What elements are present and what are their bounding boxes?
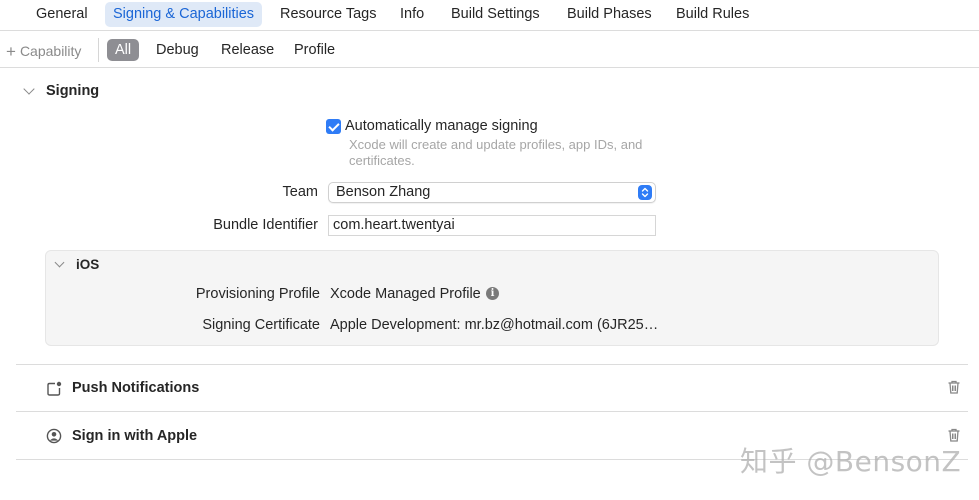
config-tab-profile[interactable]: Profile <box>286 39 343 61</box>
signing-certificate-label: Signing Certificate <box>202 317 320 333</box>
tab-build-rules[interactable]: Build Rules <box>668 2 757 27</box>
push-notifications-icon <box>47 381 62 396</box>
tab-info[interactable]: Info <box>392 2 432 27</box>
provisioning-profile-value: Xcode Managed Profile <box>330 286 481 302</box>
tab-build-phases[interactable]: Build Phases <box>559 2 660 27</box>
configuration-filter-bar: + Capability All Debug Release Profile <box>0 32 979 68</box>
divider <box>98 38 99 62</box>
team-value: Benson Zhang <box>336 184 431 200</box>
divider <box>16 364 968 365</box>
info-icon[interactable]: i <box>486 287 499 300</box>
bundle-identifier-value: com.heart.twentyai <box>333 217 455 233</box>
signing-certificate-value: Apple Development: mr.bz@hotmail.com (6J… <box>330 317 659 333</box>
add-capability-label: Capability <box>19 43 82 59</box>
watermark: 知乎 @BensonZ <box>740 445 962 478</box>
sign-in-with-apple-title: Sign in with Apple <box>72 428 198 444</box>
push-notifications-title: Push Notifications <box>72 380 200 396</box>
add-capability-button[interactable]: + Capability <box>6 41 81 61</box>
signing-section-title: Signing <box>46 83 100 99</box>
sign-in-with-apple-icon <box>46 428 62 444</box>
signing-disclosure-chevron-icon[interactable] <box>23 83 35 95</box>
ios-section-title: iOS <box>76 257 100 272</box>
tab-general[interactable]: General <box>28 2 96 27</box>
chevron-up-down-icon <box>641 187 649 198</box>
tab-signing-capabilities[interactable]: Signing & Capabilities <box>105 2 263 27</box>
config-tab-debug[interactable]: Debug <box>148 39 207 61</box>
tab-resource-tags[interactable]: Resource Tags <box>272 2 384 27</box>
team-popup-button[interactable]: Benson Zhang <box>328 182 656 203</box>
bundle-identifier-field[interactable]: com.heart.twentyai <box>328 215 656 236</box>
bundle-identifier-label: Bundle Identifier <box>213 217 318 233</box>
auto-manage-signing-description: Xcode will create and update profiles, a… <box>349 137 643 168</box>
auto-manage-signing-label[interactable]: Automatically manage signing <box>345 118 538 134</box>
up-down-arrows-icon <box>638 185 652 200</box>
auto-manage-signing-checkbox[interactable] <box>326 119 341 134</box>
trash-icon[interactable] <box>946 379 962 395</box>
config-tab-release[interactable]: Release <box>213 39 282 61</box>
config-tab-all[interactable]: All <box>107 39 140 61</box>
team-label: Team <box>282 184 318 200</box>
divider <box>16 411 968 412</box>
plus-icon: + <box>6 42 16 61</box>
provisioning-profile-label: Provisioning Profile <box>195 286 320 302</box>
tab-build-settings[interactable]: Build Settings <box>443 2 548 27</box>
editor-tab-bar: General Signing & Capabilities Resource … <box>0 0 979 31</box>
